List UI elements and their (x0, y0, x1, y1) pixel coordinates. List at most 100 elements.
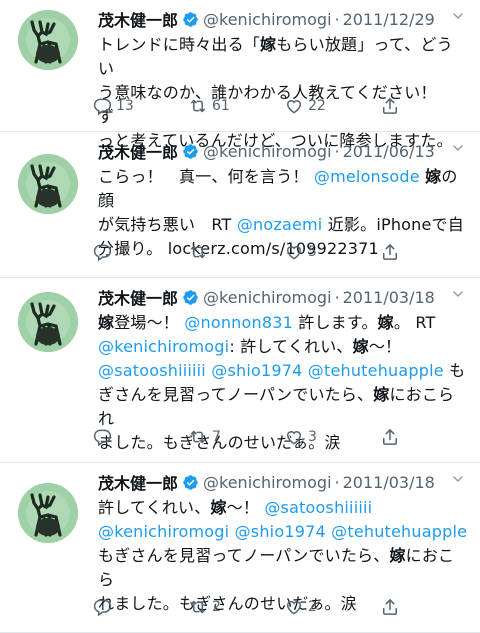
retweet-button[interactable]: 2 (188, 597, 284, 617)
tweet-text-line: ぎさんを見習ってノーパンでいたら、嫁におこられ (98, 383, 468, 431)
user-handle[interactable]: @kenichiromogi (203, 10, 332, 29)
chevron-down-icon[interactable] (450, 140, 466, 160)
tweet-date[interactable]: 2011/03/18 (343, 288, 435, 307)
text-segment: ぎさんを見習ってノーパンでいたら、 (98, 385, 374, 404)
tweet-text-line: 許してくれい、嫁〜！ @satooshiiiiii (98, 496, 468, 520)
mention-link[interactable]: @tehutehuapple (308, 361, 444, 380)
like-count: 2 (308, 599, 317, 615)
mention-link[interactable]: @nozaemi (237, 215, 323, 234)
like-count: 22 (308, 98, 326, 114)
like-button[interactable]: 22 (284, 96, 380, 116)
user-handle[interactable]: @kenichiromogi (203, 473, 332, 492)
share-icon (380, 242, 404, 262)
like-count: 3 (308, 429, 317, 445)
tweet-text-line: 嫁登場〜！ @nonnon831 許します。嫁。 RT (98, 311, 468, 335)
highlighted-term: 嫁 (260, 35, 277, 54)
highlighted-term: 嫁 (373, 385, 390, 404)
mention-link[interactable]: @satooshiiiiii (98, 361, 206, 380)
tweet-header: 茂木健一郎 @kenichiromogi · 2011/03/18 (98, 470, 468, 494)
tweet-date[interactable]: 2011/12/29 (343, 10, 435, 29)
tweet[interactable]: 茂木健一郎 @kenichiromogi · 2011/03/18 許してくれい、嫁〜！… (0, 463, 480, 633)
avatar[interactable] (18, 483, 78, 543)
tweet-actions: 73 (92, 426, 460, 448)
chevron-down-icon[interactable] (450, 8, 466, 28)
retweet-button[interactable]: 61 (188, 96, 284, 116)
tweet-text-line: トレンドに時々出る「嫁もらい放題」って、どうい (98, 33, 468, 81)
text-segment: 許します。 (292, 313, 378, 332)
tweet[interactable]: 茂木健一郎 @kenichiromogi · 2011/12/29 トレンドに時々出る「… (0, 0, 480, 150)
highlighted-term: 嫁 (389, 546, 406, 565)
chevron-down-icon[interactable] (450, 471, 466, 491)
mention-link[interactable]: @nonnon831 (184, 313, 293, 332)
chevron-down-icon[interactable] (450, 286, 466, 306)
mention-link[interactable]: @kenichiromogi (98, 522, 229, 541)
retweet-icon (188, 242, 212, 262)
tweet-text-line: @satooshiiiiii @shio1974 @tehutehuapple … (98, 359, 468, 383)
user-handle[interactable]: @kenichiromogi (203, 142, 332, 161)
text-segment: 〜！ (368, 337, 402, 356)
text-segment: 〜！ (226, 498, 265, 517)
separator-dot: · (334, 9, 340, 29)
tweet-header: 茂木健一郎 @kenichiromogi · 2011/06/13 (98, 139, 468, 163)
mention-link[interactable]: @tehutehuapple (331, 522, 467, 541)
retweet-count: 61 (212, 98, 230, 114)
display-name[interactable]: 茂木健一郎 (98, 139, 178, 163)
like-button[interactable]: 5 (284, 242, 380, 262)
retweet-count: 2 (212, 599, 221, 615)
tweet-text-line: こらっ！ 真一、何を言う！ @melonsode 嫁の顔 (98, 165, 468, 213)
avatar[interactable] (18, 10, 78, 70)
text-segment: トレンドに時々出る「 (98, 35, 261, 54)
separator-dot: · (334, 287, 340, 307)
share-button[interactable] (380, 427, 404, 447)
like-button[interactable]: 3 (284, 427, 380, 447)
tweet-actions: 22 (92, 596, 460, 618)
retweet-button[interactable] (188, 242, 284, 262)
separator-dot: · (334, 472, 340, 492)
tweet[interactable]: 茂木健一郎 @kenichiromogi · 2011/03/18 嫁登場〜！ @non… (0, 278, 480, 463)
tweet[interactable]: 茂木健一郎 @kenichiromogi · 2011/06/13 こらっ！ 真一、何を… (0, 132, 480, 278)
heart-icon (284, 242, 308, 262)
share-button[interactable] (380, 597, 404, 617)
text-segment: こらっ！ 真一、何を言う！ (98, 167, 314, 186)
display-name[interactable]: 茂木健一郎 (98, 7, 178, 31)
reply-icon (92, 242, 116, 262)
display-name[interactable]: 茂木健一郎 (98, 285, 178, 309)
tweet-date[interactable]: 2011/06/13 (343, 142, 435, 161)
text-segment: 近影。iPhoneで自 (322, 215, 464, 234)
retweet-button[interactable]: 7 (188, 427, 284, 447)
reply-button[interactable]: 13 (92, 96, 188, 116)
user-handle[interactable]: @kenichiromogi (203, 288, 332, 307)
share-button[interactable] (380, 242, 404, 262)
mention-link[interactable]: @shio1974 (211, 361, 302, 380)
avatar[interactable] (18, 292, 78, 352)
avatar[interactable] (18, 154, 78, 214)
tweet-header: 茂木健一郎 @kenichiromogi · 2011/12/29 (98, 7, 468, 31)
text-segment: : 許してくれい、 (229, 337, 353, 356)
heart-icon (284, 96, 308, 116)
mention-link[interactable]: @shio1974 (235, 522, 326, 541)
reply-button[interactable] (92, 427, 188, 447)
tweet-text-line: もぎさんを見習ってノーパンでいたら、嫁におこら (98, 544, 468, 592)
display-name[interactable]: 茂木健一郎 (98, 470, 178, 494)
highlighted-term: 嫁 (425, 167, 442, 186)
mention-link[interactable]: @kenichiromogi (98, 337, 229, 356)
reply-button[interactable] (92, 242, 188, 262)
reply-icon (92, 96, 116, 116)
tweet-actions: 13 61 22 (92, 95, 460, 117)
text-segment: もぎさんを見習ってノーパンでいたら、 (98, 546, 390, 565)
tweet-text-line: @kenichiromogi @shio1974 @tehutehuapple (98, 520, 468, 544)
mention-link[interactable]: @satooshiiiiii (264, 498, 372, 517)
reply-count: 13 (116, 98, 134, 114)
reply-button[interactable] (92, 597, 188, 617)
text-segment: 許してくれい、 (98, 498, 211, 517)
share-button[interactable] (380, 96, 404, 116)
mention-link[interactable]: @melonsode (314, 167, 420, 186)
like-button[interactable]: 2 (284, 597, 380, 617)
tweet-date[interactable]: 2011/03/18 (343, 473, 435, 492)
verified-badge-icon (182, 11, 199, 28)
tweet-header: 茂木健一郎 @kenichiromogi · 2011/03/18 (98, 285, 468, 309)
reply-icon (92, 597, 116, 617)
text-segment: 登場〜！ (114, 313, 185, 332)
verified-badge-icon (182, 289, 199, 306)
retweet-icon (188, 427, 212, 447)
